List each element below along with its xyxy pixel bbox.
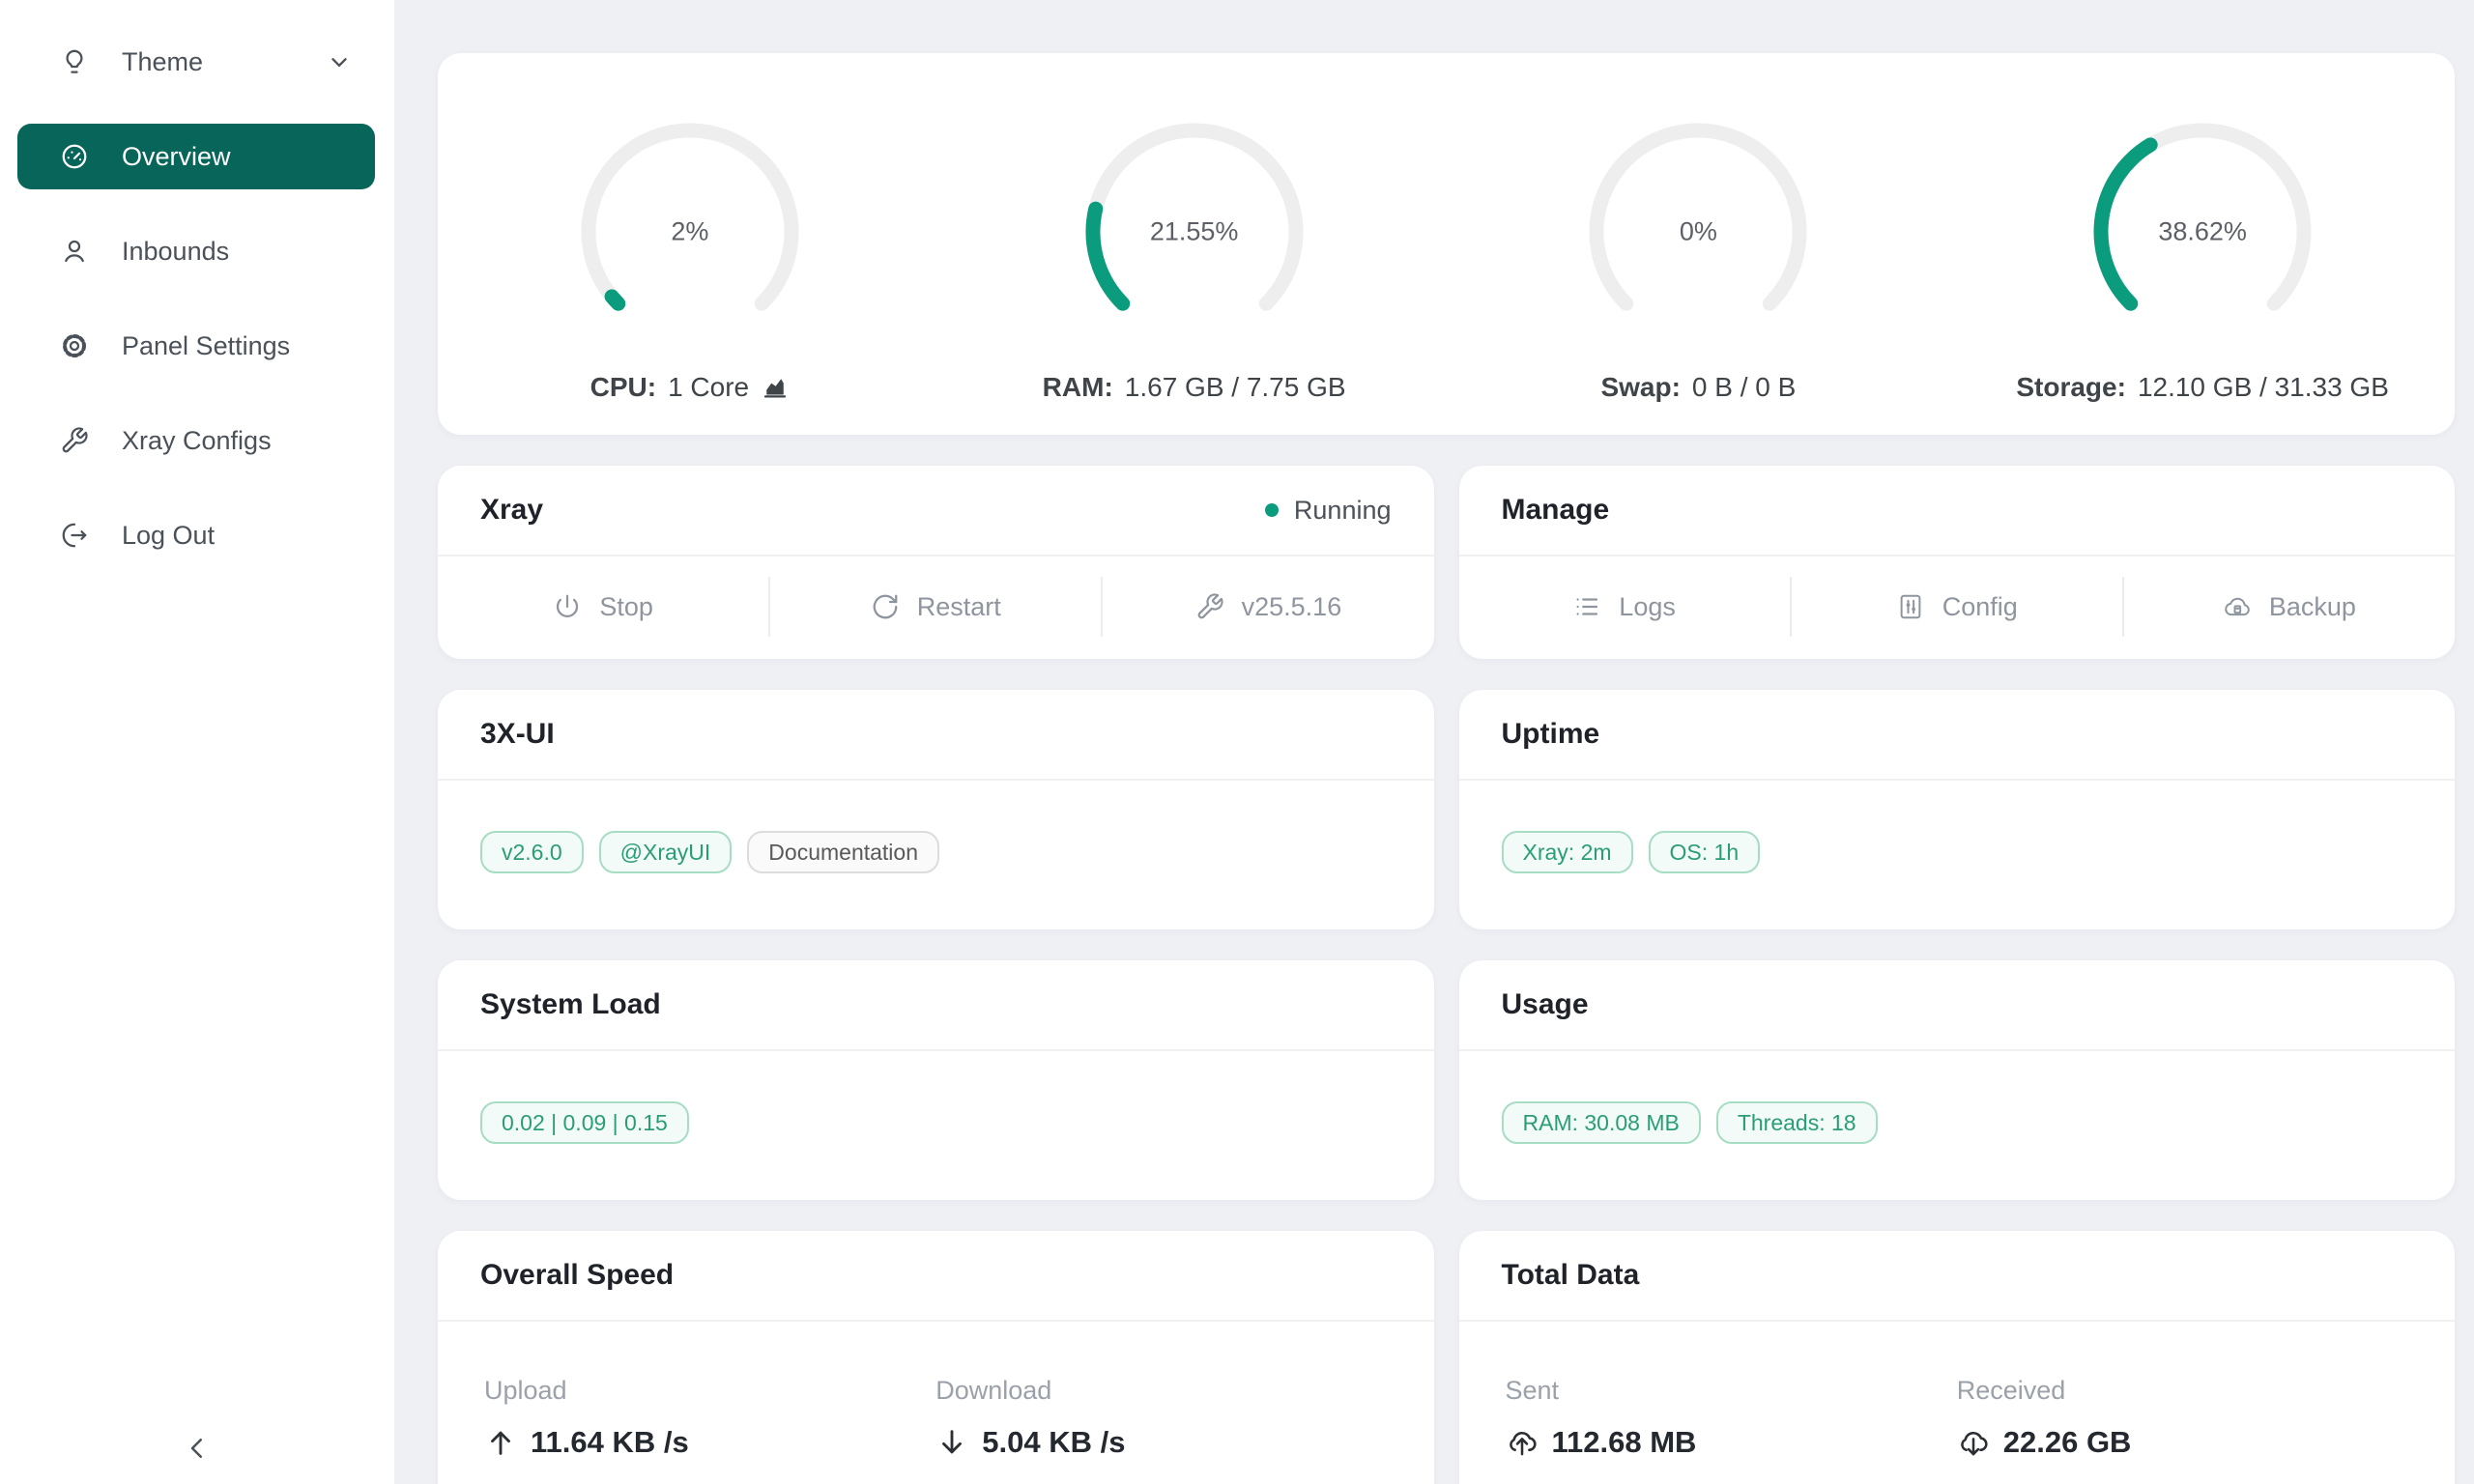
load-average-tag: 0.02 | 0.09 | 0.15 <box>480 1101 689 1144</box>
ram-percent: 21.55% <box>1150 217 1239 247</box>
dashboard-gauge-icon <box>60 142 89 171</box>
cpu-history-chart-icon[interactable] <box>761 373 790 402</box>
xray-status: Running <box>1265 496 1392 526</box>
os-uptime-tag: OS: 1h <box>1649 831 1761 873</box>
download-stat: Download 5.04 KB /s <box>935 1376 1387 1460</box>
config-button[interactable]: Config <box>1792 556 2122 657</box>
sidebar-item-label: Xray Configs <box>122 426 272 456</box>
logout-icon <box>60 521 89 550</box>
list-icon <box>1572 592 1601 621</box>
xui-card: 3X-UI v2.6.0 @XrayUI Documentation <box>438 690 1434 929</box>
chevron-down-icon <box>327 49 352 74</box>
ram-usage-tag: RAM: 30.08 MB <box>1502 1101 1701 1144</box>
usage-card-title: Usage <box>1502 988 1589 1021</box>
sent-label: Sent <box>1506 1376 1957 1406</box>
sidebar-item-label: Overview <box>122 142 231 172</box>
main-content: 2% CPU: 1 Core 21.55% RAM: 1.67 GB / 7 <box>438 53 2455 1484</box>
sidebar-item-label: Inbounds <box>122 237 229 267</box>
sidebar-item-overview[interactable]: Overview <box>17 124 375 189</box>
xui-card-title: 3X-UI <box>480 718 555 751</box>
overall-speed-card: Overall Speed Upload 11.64 KB /s Downloa… <box>438 1231 1434 1484</box>
sidebar: Theme Overview Inbounds Panel Settings <box>0 0 394 1484</box>
swap-label: Swap: 0 B / 0 B <box>1600 372 1796 403</box>
overall-speed-card-title: Overall Speed <box>480 1259 674 1292</box>
xray-version-button[interactable]: v25.5.16 <box>1103 556 1433 657</box>
sidebar-item-inbounds[interactable]: Inbounds <box>17 218 375 284</box>
restart-button[interactable]: Restart <box>770 556 1101 657</box>
cloud-backup-icon <box>2223 592 2252 621</box>
status-text: Running <box>1294 496 1392 526</box>
storage-label: Storage: 12.10 GB / 31.33 GB <box>2016 372 2389 403</box>
wrench-icon <box>1195 592 1224 621</box>
cpu-percent: 2% <box>671 217 708 247</box>
telegram-tag[interactable]: @XrayUI <box>599 831 733 873</box>
chevron-left-icon <box>183 1434 212 1463</box>
sidebar-item-xray-configs[interactable]: Xray Configs <box>17 408 375 473</box>
received-label: Received <box>1957 1376 2408 1406</box>
storage-gauge: 38.62% Storage: 12.10 GB / 31.33 GB <box>1950 53 2455 435</box>
user-icon <box>60 237 89 266</box>
documentation-tag[interactable]: Documentation <box>747 831 939 873</box>
uptime-card-title: Uptime <box>1502 718 1600 751</box>
swap-percent: 0% <box>1680 217 1717 247</box>
sent-value: 112.68 MB <box>1552 1425 1697 1460</box>
system-load-card: System Load 0.02 | 0.09 | 0.15 <box>438 960 1434 1200</box>
ram-gauge: 21.55% RAM: 1.67 GB / 7.75 GB <box>942 53 1447 435</box>
gear-icon <box>60 331 89 360</box>
wrench-icon <box>60 426 89 455</box>
system-load-card-title: System Load <box>480 988 661 1021</box>
logs-button[interactable]: Logs <box>1459 556 1790 657</box>
storage-percent: 38.62% <box>2158 217 2247 247</box>
status-dot <box>1265 503 1279 517</box>
upload-stat: Upload 11.64 KB /s <box>484 1376 935 1460</box>
xray-uptime-tag: Xray: 2m <box>1502 831 1633 873</box>
manage-card-title: Manage <box>1502 494 1610 527</box>
sidebar-item-theme[interactable]: Theme <box>17 29 375 95</box>
power-icon <box>553 592 582 621</box>
usage-card: Usage RAM: 30.08 MB Threads: 18 <box>1459 960 2456 1200</box>
download-label: Download <box>935 1376 1387 1406</box>
cloud-download-icon <box>1957 1426 1990 1459</box>
upload-value: 11.64 KB /s <box>531 1425 689 1460</box>
manage-card: Manage Logs Config <box>1459 466 2456 659</box>
upload-label: Upload <box>484 1376 935 1406</box>
sidebar-item-label: Theme <box>122 47 203 77</box>
ram-label: RAM: 1.67 GB / 7.75 GB <box>1043 372 1346 403</box>
sidebar-item-panel-settings[interactable]: Panel Settings <box>17 313 375 379</box>
stop-button[interactable]: Stop <box>438 556 768 657</box>
sidebar-collapse-button[interactable] <box>0 1434 394 1463</box>
arrow-up-icon <box>484 1426 517 1459</box>
sidebar-item-label: Panel Settings <box>122 331 290 361</box>
cpu-label: CPU: 1 Core <box>590 372 791 403</box>
lightbulb-icon <box>60 47 89 76</box>
xray-card: Xray Running Stop Res <box>438 466 1434 659</box>
download-value: 5.04 KB /s <box>982 1425 1125 1460</box>
threads-tag: Threads: 18 <box>1716 1101 1878 1144</box>
received-stat: Received 22.26 GB <box>1957 1376 2408 1460</box>
restart-icon <box>871 592 900 621</box>
total-data-card-title: Total Data <box>1502 1259 1640 1292</box>
backup-button[interactable]: Backup <box>2124 556 2455 657</box>
received-value: 22.26 GB <box>2003 1425 2132 1460</box>
system-gauges-card: 2% CPU: 1 Core 21.55% RAM: 1.67 GB / 7 <box>438 53 2455 435</box>
sidebar-item-label: Log Out <box>122 521 215 551</box>
sliders-icon <box>1896 592 1925 621</box>
total-data-card: Total Data Sent 112.68 MB Received <box>1459 1231 2456 1484</box>
uptime-card: Uptime Xray: 2m OS: 1h <box>1459 690 2456 929</box>
swap-gauge: 0% Swap: 0 B / 0 B <box>1447 53 1951 435</box>
cloud-upload-icon <box>1506 1426 1539 1459</box>
version-tag[interactable]: v2.6.0 <box>480 831 584 873</box>
sent-stat: Sent 112.68 MB <box>1506 1376 1957 1460</box>
sidebar-item-logout[interactable]: Log Out <box>17 502 375 568</box>
arrow-down-icon <box>935 1426 968 1459</box>
xray-card-title: Xray <box>480 494 543 527</box>
cpu-gauge: 2% CPU: 1 Core <box>438 53 942 435</box>
